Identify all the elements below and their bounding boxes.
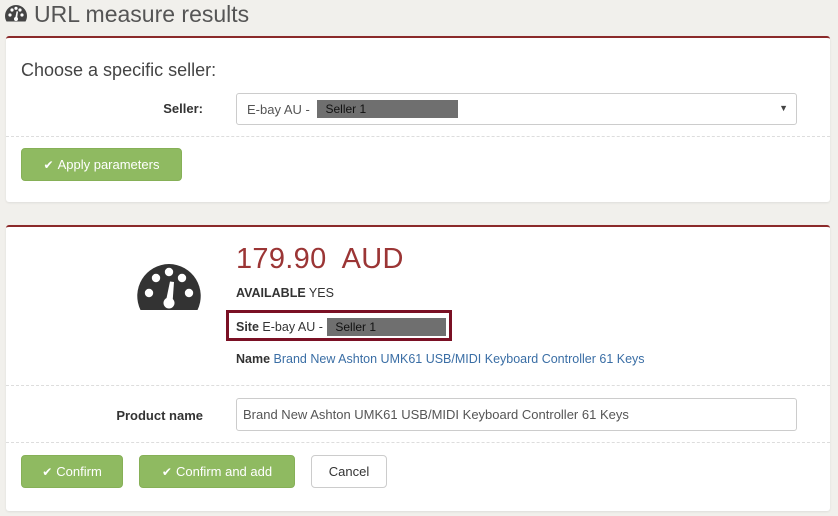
- divider: [6, 385, 830, 386]
- site-label: Site: [236, 320, 259, 334]
- page-header: URL measure results: [4, 0, 249, 28]
- availability-line: AVAILABLE YES: [236, 286, 334, 300]
- seller-section-heading: Choose a specific seller:: [21, 60, 217, 80]
- product-name-link[interactable]: Brand New Ashton UMK61 USB/MIDI Keyboard…: [274, 352, 645, 366]
- price-value: 179.90: [236, 243, 327, 275]
- site-redacted-value: Seller 1: [327, 318, 447, 336]
- seller-label: Seller:: [163, 101, 203, 116]
- cancel-label: Cancel: [328, 464, 370, 479]
- check-icon: ✔: [42, 464, 53, 479]
- seller-panel: Choose a specific seller: Seller: E-bay …: [6, 36, 830, 202]
- seller-redacted-value: Seller 1: [317, 100, 459, 118]
- divider: [6, 442, 830, 443]
- dashboard-gauge-icon: [4, 4, 28, 24]
- page-title: URL measure results: [34, 0, 250, 27]
- product-name-input[interactable]: [236, 398, 797, 431]
- name-line: Name Brand New Ashton UMK61 USB/MIDI Key…: [236, 352, 645, 366]
- price-currency: AUD: [341, 243, 404, 275]
- apply-parameters-label: Apply parameters: [57, 157, 160, 172]
- cancel-button[interactable]: Cancel: [311, 455, 387, 488]
- price-display: 179.90 AUD: [236, 243, 404, 276]
- available-label: AVAILABLE: [236, 286, 306, 300]
- site-value: E-bay AU -: [262, 320, 327, 334]
- seller-select[interactable]: E-bay AU - Seller 1 ▼: [236, 93, 797, 125]
- apply-parameters-button[interactable]: ✔ Apply parameters: [21, 148, 182, 181]
- confirm-label: Confirm: [56, 464, 102, 479]
- divider: [6, 136, 830, 137]
- chevron-down-icon: ▼: [779, 103, 788, 113]
- available-value: YES: [308, 286, 334, 300]
- confirm-button[interactable]: ✔ Confirm: [21, 455, 123, 488]
- dashboard-gauge-icon: [135, 262, 203, 319]
- seller-select-value: E-bay AU -: [247, 101, 314, 117]
- result-panel: 179.90 AUD AVAILABLE YES Site E-bay AU -…: [6, 225, 830, 511]
- check-icon: ✔: [43, 157, 54, 172]
- site-line: Site E-bay AU - Seller 1: [236, 318, 447, 336]
- check-icon: ✔: [161, 464, 172, 479]
- confirm-and-add-button[interactable]: ✔ Confirm and add: [139, 455, 295, 488]
- confirm-and-add-label: Confirm and add: [175, 464, 273, 479]
- name-label: Name: [236, 352, 271, 366]
- product-name-label: Product name: [116, 408, 203, 423]
